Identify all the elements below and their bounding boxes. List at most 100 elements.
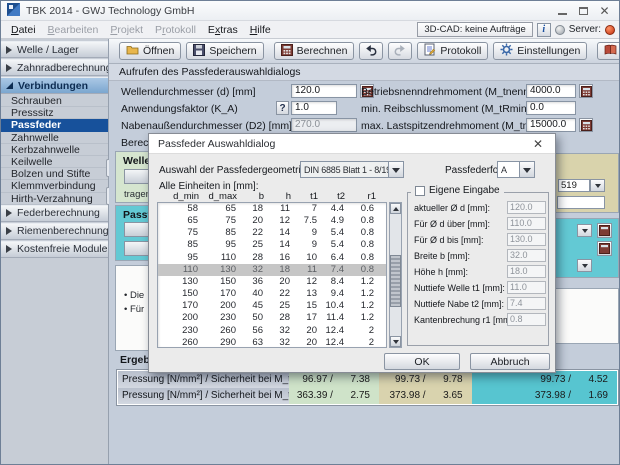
sidebar-item-hirth-verzahnung[interactable]: Hirth-Verzahnung [1, 193, 108, 205]
table-row[interactable]: 58 65 18 11 7 4.4 0.6 [158, 203, 386, 215]
table-row[interactable]: 150 170 40 22 13 9.4 1.2 [158, 288, 386, 300]
sidebar-group-label: Kostenfreie Module [17, 243, 108, 256]
sidebar-item-passfeder[interactable]: Passfeder [1, 119, 108, 132]
table-cell: 11 [307, 263, 317, 275]
passfederform-select[interactable]: A [497, 161, 535, 178]
table-row[interactable]: 110 130 32 18 11 7.4 0.8 [158, 263, 386, 276]
table-cell: 0.6 [360, 203, 374, 214]
table-cell: 200 [182, 312, 198, 324]
undo-button[interactable] [359, 42, 384, 60]
chevron-down-icon[interactable] [577, 259, 592, 272]
chevron-down-icon[interactable] [590, 179, 605, 192]
table-cell: 1.2 [360, 312, 374, 324]
help-value-button[interactable]: ? [276, 101, 289, 115]
scroll-up-icon[interactable] [390, 203, 401, 214]
calculator-button[interactable] [597, 223, 612, 238]
sidebar-item-klemmverbindung[interactable]: Klemmverbindung [1, 180, 108, 193]
table-cell: 7.5 [303, 215, 317, 227]
info-button[interactable]: i [536, 22, 551, 37]
calculator-button[interactable] [597, 241, 612, 256]
protocol-button[interactable]: Protokoll [417, 42, 489, 60]
calculate-button[interactable]: Berechnen [273, 42, 355, 60]
table-row[interactable]: 65 75 20 12 7.5 4.9 0.8 [158, 215, 386, 227]
eigene-eingabe-row[interactable]: Eigene Eingabe [411, 185, 504, 196]
table-cell: 7.4 [330, 263, 344, 275]
calculator-button[interactable] [579, 84, 593, 98]
ok-button[interactable]: OK [384, 353, 460, 370]
maximize-button[interactable] [573, 1, 594, 21]
sidebar-group-kostenfreie-module[interactable]: Kostenfreie Module [1, 240, 108, 258]
menu-datei[interactable]: Datei [5, 24, 42, 36]
sidebar-item-bolzen-und-stifte[interactable]: Bolzen und Stifte [1, 168, 108, 181]
menu-bearbeiten: Bearbeiten [47, 23, 99, 36]
table-cell: 25 [279, 300, 290, 312]
sidebar-item-kerbzahnwelle[interactable]: Kerbzahnwelle [1, 144, 108, 156]
sidebar-item-presssitz[interactable]: Presssitz [1, 107, 108, 120]
table-row[interactable]: 95 110 28 16 10 6.4 0.8 [158, 252, 386, 264]
table-cell: 40 [252, 288, 263, 300]
table-scrollbar[interactable] [389, 202, 402, 348]
table-cell: 14 [279, 239, 290, 251]
result-value: 96.97 / [302, 373, 333, 385]
table-cell: 85 [225, 227, 236, 239]
table-row[interactable]: 75 85 22 14 9 5.4 0.8 [158, 227, 386, 239]
geometry-table: 58 65 18 11 7 4.4 0.6 65 75 20 12 7.5 4.9 0.8 75 85 22 14… [157, 202, 387, 348]
field-label: Höhe h [mm]: [414, 267, 469, 277]
settings-button[interactable]: Einstellungen [493, 42, 588, 60]
sidebar-group-zahnradberechnung[interactable]: Zahnradberechnung [1, 59, 108, 76]
close-button[interactable]: ✕ [594, 1, 615, 21]
cancel-button[interactable]: Abbruch [470, 353, 550, 370]
help-button[interactable]: Hilfe [597, 42, 619, 60]
table-cell: 4.9 [330, 215, 344, 227]
calculator-button[interactable] [579, 118, 593, 132]
gear-icon [500, 43, 513, 59]
sidebar-item-schrauben[interactable]: Schrauben [1, 95, 108, 108]
table-row[interactable]: 85 95 25 14 9 5.4 0.8 [158, 239, 386, 251]
material-input[interactable] [557, 196, 605, 209]
table-cell: 10 [306, 251, 317, 263]
open-button[interactable]: Öffnen [119, 42, 182, 60]
lastspitzendrehmoment-input[interactable]: 15000.0 [526, 118, 576, 132]
sidebar-item-keilwelle[interactable]: Keilwelle [1, 156, 108, 169]
custom-value-field: 0.8 [507, 313, 546, 326]
minimize-button[interactable] [552, 1, 573, 21]
geometry-select[interactable]: DIN 6885 Blatt 1 - 8/1968 [300, 161, 404, 178]
material-id-field[interactable]: 519 [558, 179, 590, 192]
table-cell: 65 [225, 203, 236, 214]
checkbox-icon[interactable] [415, 185, 425, 196]
table-cell: 12.4 [325, 336, 345, 348]
table-row[interactable]: 230 260 56 32 20 12.4 2 [158, 325, 386, 337]
wellendurchmesser-input[interactable]: 120.0 [291, 84, 357, 98]
save-button[interactable]: Speichern [186, 42, 264, 60]
redo-button[interactable] [388, 42, 413, 60]
field-label: Anwendungsfaktor (K_A) [121, 103, 238, 115]
sidebar-group-welle-lager[interactable]: Welle / Lager [1, 41, 108, 58]
custom-value-field: 32.0 [507, 249, 546, 262]
sidebar-group-label: Federberechnung [17, 207, 100, 220]
table-row[interactable]: 200 230 50 28 17 11.4 1.2 [158, 312, 386, 324]
sidebar-group-federberechnung[interactable]: Federberechnung [1, 204, 108, 222]
table-row[interactable]: 130 150 36 20 12 8.4 1.2 [158, 276, 386, 288]
reibschlussmoment-input[interactable]: 0.0 [526, 101, 576, 115]
sidebar-item-zahnwelle[interactable]: Zahnwelle [1, 132, 108, 144]
scroll-down-icon[interactable] [390, 336, 401, 347]
sidebar-group-verbindungen[interactable]: Verbindungen [1, 77, 108, 94]
menu-extras[interactable]: Extras [202, 24, 244, 36]
dialog-close-icon[interactable]: ✕ [530, 136, 546, 152]
table-row[interactable]: 170 200 45 25 15 10.4 1.2 [158, 300, 386, 312]
table-cell: 17 [306, 312, 317, 324]
field-label: Für Ø d über [mm]: [414, 219, 491, 229]
menu-hilfe[interactable]: Hilfe [244, 24, 277, 36]
menu-projekt: Projekt [110, 23, 144, 36]
sidebar-group-riemenberechnung[interactable]: Riemenberechnung [1, 222, 108, 240]
chevron-down-icon[interactable] [577, 224, 592, 237]
table-cell: 0.8 [360, 239, 374, 251]
table-cell: 150 [220, 275, 236, 287]
expand-arrow-icon [6, 45, 12, 54]
chevron-down-icon [519, 162, 534, 177]
table-row[interactable]: 260 290 63 32 20 12.4 2 [158, 336, 386, 348]
anwendungsfaktor-input[interactable]: 1.0 [291, 101, 337, 115]
scrollbar-thumb[interactable] [390, 255, 401, 307]
betriebsnenndrehmoment-input[interactable]: 4000.0 [526, 84, 576, 98]
table-cell: 200 [220, 300, 236, 312]
